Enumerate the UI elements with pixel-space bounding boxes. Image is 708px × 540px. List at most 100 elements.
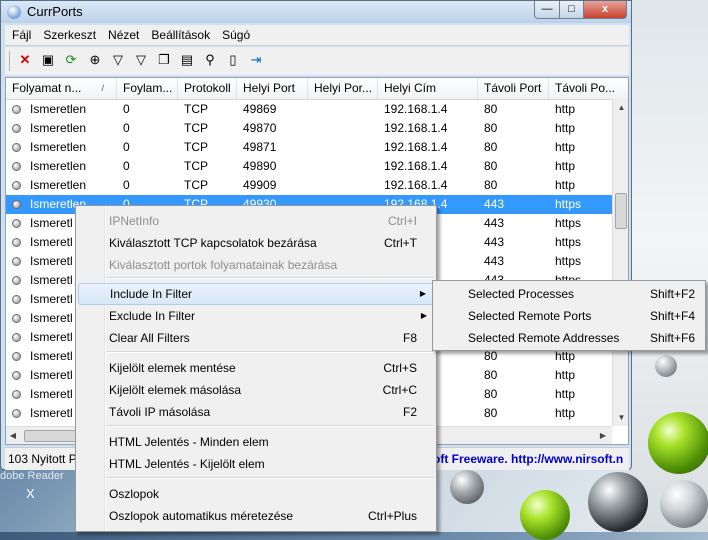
- context-menu-item[interactable]: Kijelölt elemek mentése Ctrl+S: [78, 357, 434, 379]
- wallpaper-silver-ball: [660, 480, 708, 528]
- table-cell: 443: [484, 197, 505, 211]
- title-bar[interactable]: CurrPorts — □ x: [1, 1, 631, 23]
- wallpaper-dark-ball-small: [450, 470, 484, 504]
- column-header-protocol[interactable]: Protokoll: [178, 78, 237, 99]
- taskbar-adobe-reader[interactable]: dobe Reader: [0, 470, 64, 482]
- context-menu-item[interactable]: Kijelölt elemek másolása Ctrl+C: [78, 379, 434, 401]
- column-header-process[interactable]: Folyamat n... /: [6, 78, 117, 99]
- refresh-icon[interactable]: ⟳: [63, 52, 79, 68]
- target-icon[interactable]: ⊕: [87, 52, 103, 68]
- submenu-item[interactable]: Selected Remote Ports Shift+F4: [435, 305, 703, 327]
- process-status-icon: [12, 333, 21, 342]
- window-title: CurrPorts: [27, 4, 83, 19]
- context-menu-shortcut: Ctrl+C: [382, 383, 417, 397]
- table-row[interactable]: Ismeretlen 0 TCP 49871 192.168.1.4 80 http: [6, 138, 612, 157]
- minimize-button[interactable]: —: [534, 1, 560, 19]
- context-menu-label: Include In Filter: [110, 287, 193, 301]
- sort-arrow-icon: /: [101, 83, 104, 93]
- process-status-icon: [12, 143, 21, 152]
- context-menu-label: Oszlopok: [109, 487, 160, 501]
- column-header-pid[interactable]: Foylam...: [117, 78, 178, 99]
- filter-edit-icon[interactable]: ▽: [133, 52, 149, 68]
- wallpaper-green-ball: [648, 412, 708, 474]
- context-menu-shortcut: Ctrl+I: [387, 214, 417, 228]
- scroll-thumb[interactable]: [615, 193, 627, 229]
- context-menu-label: Kijelölt elemek mentése: [109, 361, 236, 375]
- column-header-local-port-name[interactable]: Helyi Por...: [308, 78, 378, 99]
- table-cell: https: [555, 235, 582, 249]
- menu-file[interactable]: Fájl: [5, 25, 36, 44]
- menu-view[interactable]: Nézet: [101, 25, 144, 44]
- table-row[interactable]: Ismeretlen 0 TCP 49870 192.168.1.4 80 http: [6, 119, 612, 138]
- table-cell: 80: [484, 140, 498, 154]
- submenu-item[interactable]: Selected Processes Shift+F2: [435, 283, 703, 305]
- process-status-icon: [12, 409, 21, 418]
- context-menu-item[interactable]: Kiválasztott TCP kapcsolatok bezárása Ctr…: [78, 232, 434, 254]
- context-menu-item[interactable]: Include In Filter ▶: [78, 283, 434, 305]
- submenu-arrow-icon: ▶: [420, 311, 427, 320]
- column-header-remote-port-name[interactable]: Távoli Po...: [549, 78, 628, 99]
- context-menu-item[interactable]: Exclude In Filter ▶: [78, 305, 434, 327]
- process-status-icon: [12, 162, 21, 171]
- process-status-icon: [12, 219, 21, 228]
- column-header-local-port[interactable]: Helyi Port: [237, 78, 308, 99]
- context-menu-item[interactable]: HTML Jelentés - Minden elem: [78, 431, 434, 453]
- save-icon[interactable]: ▣: [40, 52, 56, 68]
- scroll-right-icon[interactable]: ▶: [596, 427, 610, 444]
- process-status-icon: [12, 257, 21, 266]
- table-row[interactable]: Ismeretlen 0 TCP 49909 192.168.1.4 80 http: [6, 176, 612, 195]
- context-menu-item[interactable]: Oszlopok: [78, 483, 434, 505]
- column-header-local-address[interactable]: Helyi Cím: [378, 78, 478, 99]
- table-cell: 49869: [243, 102, 277, 116]
- maximize-button[interactable]: □: [559, 1, 584, 19]
- table-cell: Ismeretlen: [30, 121, 87, 135]
- scroll-up-icon[interactable]: ▲: [613, 99, 628, 116]
- submenu-item[interactable]: Selected Remote Addresses Shift+F6: [435, 327, 703, 349]
- toolbar: ✕ ▣ ⟳ ⊕ ▽ ▽ ❐ ▤ ⚲ ▯ ⇥: [5, 47, 629, 75]
- table-cell: [308, 138, 378, 157]
- delete-x-icon[interactable]: ✕: [17, 52, 33, 68]
- menu-options[interactable]: Beállítások: [144, 25, 215, 44]
- table-cell: TCP: [184, 121, 208, 135]
- nirsoft-link[interactable]: oft Freeware. http://www.nirsoft.n: [433, 452, 623, 466]
- table-cell: http: [555, 368, 576, 382]
- context-menu-item[interactable]: Oszlopok automatikus méretezése Ctrl+Plus: [78, 505, 434, 527]
- find-icon[interactable]: ⚲: [202, 52, 218, 68]
- context-menu-item[interactable]: Clear All Filters F8: [78, 327, 434, 349]
- table-cell: 80: [484, 387, 498, 401]
- table-row[interactable]: Ismeretlen 0 TCP 49890 192.168.1.4 80 http: [6, 157, 612, 176]
- column-header-remote-port[interactable]: Távoli Port: [478, 78, 549, 99]
- vertical-scrollbar[interactable]: ▲ ▼: [612, 99, 628, 426]
- menu-help[interactable]: Súgó: [215, 25, 255, 44]
- context-menu-item[interactable]: IPNetInfo Ctrl+I: [78, 210, 434, 232]
- table-cell: [308, 157, 378, 176]
- menu-edit[interactable]: Szerkeszt: [36, 25, 101, 44]
- submenu-label: Selected Remote Addresses: [468, 331, 620, 345]
- context-menu-label: HTML Jelentés - Minden elem: [109, 435, 269, 449]
- status-count: 103 Nyitott P: [8, 452, 77, 466]
- close-button[interactable]: x: [583, 1, 627, 19]
- exit-icon[interactable]: ⇥: [248, 52, 264, 68]
- process-status-icon: [12, 124, 21, 133]
- filter-icon[interactable]: ▽: [110, 52, 126, 68]
- table-cell: http: [555, 140, 576, 154]
- table-cell: 80: [484, 159, 498, 173]
- table-cell: TCP: [184, 102, 208, 116]
- copy-icon[interactable]: ❐: [156, 52, 172, 68]
- properties-icon[interactable]: ▤: [179, 52, 195, 68]
- report-icon[interactable]: ▯: [225, 52, 241, 68]
- context-menu-label: Kiválasztott portok folyamatainak bezárá…: [109, 258, 338, 272]
- scroll-down-icon[interactable]: ▼: [613, 409, 628, 426]
- scroll-left-icon[interactable]: ◀: [6, 427, 20, 444]
- wallpaper-silver-ball-small: [655, 355, 677, 377]
- table-cell: Ismeretlen: [30, 102, 87, 116]
- menu-separator: [106, 351, 434, 353]
- context-menu-item[interactable]: Kiválasztott portok folyamatainak bezárá…: [78, 254, 434, 276]
- context-menu-item[interactable]: HTML Jelentés - Kijelölt elem: [78, 453, 434, 475]
- taskbar-close-icon[interactable]: X: [26, 486, 35, 501]
- table-row[interactable]: Ismeretlen 0 TCP 49869 192.168.1.4 80 http: [6, 100, 612, 119]
- context-menu-item[interactable]: Távoli IP másolása F2: [78, 401, 434, 423]
- process-status-icon: [12, 390, 21, 399]
- table-cell: http: [555, 102, 576, 116]
- process-status-icon: [12, 105, 21, 114]
